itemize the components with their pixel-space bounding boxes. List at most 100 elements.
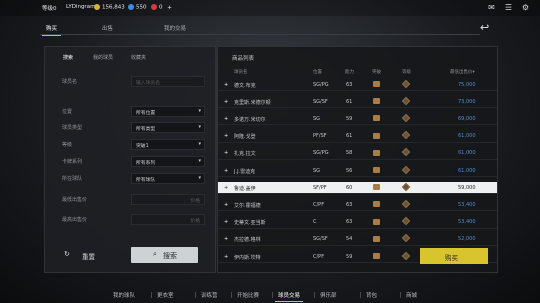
subtab-my-players[interactable]: 我的球员 — [93, 54, 113, 61]
grade-diamond-icon — [401, 130, 411, 140]
add-currency-button[interactable]: + — [167, 5, 172, 11]
player-price: 61,000 — [458, 150, 476, 157]
breakthrough-badge-icon — [373, 149, 380, 156]
row-marker: + — [224, 167, 229, 174]
table-row[interactable]: + 克里斯.米德尔顿 SG/SF 61 73,000 — [218, 96, 497, 109]
col-breakthrough[interactable]: 突破 — [372, 69, 381, 75]
buy-button[interactable]: 购买 — [420, 248, 488, 264]
min-price-input[interactable]: 价格 — [131, 194, 205, 205]
card-series-select[interactable]: 所有系列 ▾ — [131, 156, 205, 167]
player-name: 德文.布克 — [234, 82, 256, 89]
refresh-icon: ↻ — [64, 250, 70, 258]
tab-my-trades[interactable]: 我的交易 — [164, 24, 186, 32]
table-row[interactable]: + 杰拉德.格林 SG/SF 54 52,000 — [218, 234, 497, 246]
top-bar: 等级0 LYDingram 156,843 550 0 + ✉ ☰ ⚙ — [0, 0, 540, 16]
player-name: 多诺万.米切尔 — [234, 116, 266, 123]
col-position[interactable]: 位置 — [313, 69, 322, 75]
search-button[interactable]: ⌕ 搜索 — [131, 247, 198, 263]
player-price: 61,000 — [458, 167, 476, 174]
grade-select[interactable]: 突破1 ▾ — [131, 139, 205, 150]
breakthrough-badge-icon — [373, 218, 380, 225]
breakthrough-badge-icon — [373, 81, 380, 87]
ticket-icon — [151, 4, 157, 10]
grade-label: 等级 — [62, 142, 73, 148]
subtab-favorites[interactable]: 收藏夹 — [131, 54, 146, 61]
row-marker: + — [224, 236, 229, 243]
grade-diamond-icon — [401, 234, 411, 243]
player-position: SG/SF — [313, 98, 328, 105]
grade-row: 等级 突破1 ▾ — [53, 138, 207, 150]
grade-diamond-icon — [401, 165, 411, 174]
player-name: 克里斯.米德尔顿 — [234, 99, 271, 106]
player-price: 53,400 — [458, 201, 476, 208]
player-position: C/PF — [313, 201, 325, 208]
player-name: J.J.雷迪克 — [234, 168, 256, 175]
nav-item[interactable]: 训练营 — [201, 291, 218, 299]
ticket-display: 0 + — [151, 4, 172, 11]
row-marker: + — [224, 219, 229, 226]
position-label: 位置 — [62, 109, 73, 115]
row-marker: + — [224, 81, 229, 88]
settings-icon[interactable]: ⚙ — [521, 3, 530, 12]
table-row[interactable]: + 艾尔.霍福德 C/PF 63 53,400 — [218, 199, 497, 212]
nav-item[interactable]: 我的球队 — [113, 291, 135, 299]
nav-item[interactable]: 背包 — [366, 291, 377, 299]
player-rating: 54 — [346, 236, 353, 243]
mail-icon[interactable]: ☰ — [504, 3, 513, 12]
player-name-input[interactable]: 输入球员名 — [131, 76, 205, 87]
sort-arrow-icon: ▾ — [472, 70, 475, 75]
chevron-down-icon: ▾ — [198, 124, 201, 130]
table-row[interactable]: + 多诺万.米切尔 SG 59 69,000 — [218, 113, 497, 126]
col-rating[interactable]: 能力 — [345, 69, 354, 75]
player-rating: 59 — [346, 115, 353, 122]
filter-panel: 搜索 我的球员 收藏夹 球员名 输入球员名 位置 所有位置 ▾ 球员类型 所有类型… — [44, 46, 216, 273]
player-rating: 63 — [346, 219, 353, 226]
player-rating: 63 — [346, 81, 353, 88]
username: LYDingram — [66, 4, 96, 10]
back-arrow-icon[interactable]: ↩ — [480, 22, 494, 33]
team-select[interactable]: 所有球队 ▾ — [131, 173, 205, 184]
search-icon: ⌕ — [153, 250, 157, 258]
nav-divider — [151, 292, 152, 298]
subtab-search[interactable]: 搜索 — [63, 54, 73, 61]
table-row[interactable]: + J.J.雷迪克 SG 56 61,000 — [218, 165, 497, 177]
table-row[interactable]: + 鲁迪.盖伊 SF/PF 60 59,000 — [218, 182, 497, 195]
max-price-row: 最高出售价 价格 — [53, 213, 207, 225]
nav-item[interactable]: 球员交易 — [274, 291, 304, 302]
player-rating: 56 — [346, 167, 353, 174]
player-rating: 63 — [346, 201, 353, 208]
nav-item[interactable]: 商城 — [406, 291, 417, 299]
player-name: 史蒂文.亚当斯 — [234, 220, 266, 227]
grade-diamond-icon — [401, 182, 411, 191]
player-position: SG — [313, 115, 321, 122]
table-row[interactable]: + 德文.布克 SG/PG 63 75,000 — [218, 79, 497, 91]
table-row[interactable]: + 扎克.拉文 SG/PG 58 61,000 — [218, 148, 497, 160]
player-position: C — [313, 219, 317, 226]
breakthrough-badge-icon — [373, 115, 380, 122]
nav-divider — [231, 292, 232, 298]
position-select[interactable]: 所有位置 ▾ — [131, 106, 205, 117]
player-type-select[interactable]: 所有类型 ▾ — [131, 122, 205, 133]
player-rating: 60 — [346, 184, 353, 191]
max-price-input[interactable]: 价格 — [131, 214, 205, 225]
main-tabs: 购买 出售 我的交易 — [40, 22, 480, 36]
col-name[interactable]: 球员名 — [234, 69, 248, 75]
nav-item[interactable]: 更衣室 — [157, 291, 174, 299]
table-row[interactable]: + 史蒂文.亚当斯 C 63 53,400 — [218, 216, 497, 229]
chat-icon[interactable]: ✉ — [487, 3, 496, 12]
player-position: C/PF — [313, 253, 325, 260]
player-rating: 61 — [346, 98, 353, 105]
grade-diamond-icon — [401, 251, 411, 260]
col-min-price[interactable]: 最低出售价▾ — [450, 69, 475, 75]
tab-sell[interactable]: 出售 — [102, 24, 113, 32]
reset-button[interactable]: ↻ 重置 — [60, 248, 110, 262]
nav-item[interactable]: 俱乐部 — [320, 291, 337, 299]
table-row[interactable]: + 阿隆.戈登 PF/SF 61 61,000 — [218, 130, 497, 143]
team-row: 所在球队 所有球队 ▾ — [53, 172, 207, 184]
col-grade[interactable]: 等级 — [402, 69, 411, 75]
player-name: 杰拉德.格林 — [234, 237, 261, 244]
row-marker: + — [224, 253, 229, 260]
nav-item[interactable]: 开始比赛 — [237, 291, 259, 299]
chevron-down-icon: ▾ — [198, 158, 201, 164]
tab-buy[interactable]: 购买 — [41, 24, 62, 36]
